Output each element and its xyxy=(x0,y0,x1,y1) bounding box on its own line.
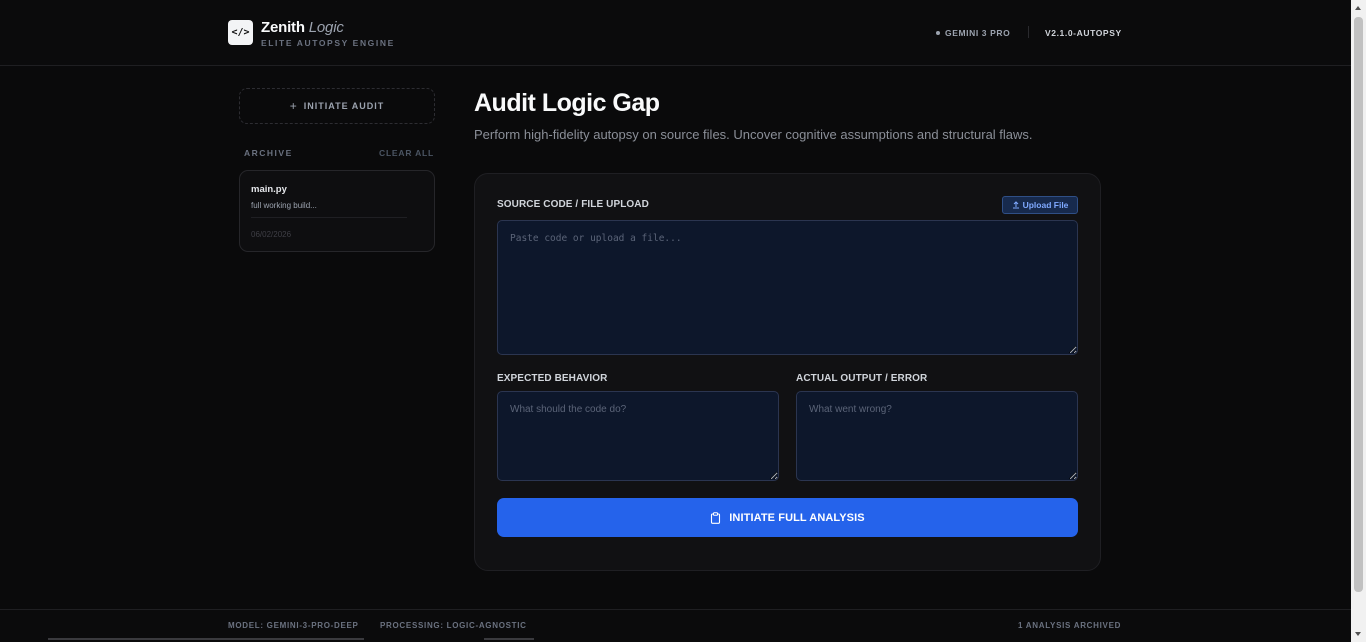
header-divider xyxy=(1028,26,1029,38)
upload-file-button[interactable]: Upload File xyxy=(1002,196,1078,214)
scrollbar-thumb[interactable] xyxy=(1354,17,1363,592)
horizontal-scrollbar-track[interactable] xyxy=(48,638,364,640)
archive-item-divider xyxy=(251,217,407,218)
actual-output-input[interactable] xyxy=(796,391,1078,481)
code-icon: </> xyxy=(228,20,253,45)
initiate-audit-button[interactable]: + INITIATE AUDIT xyxy=(239,88,435,124)
archive-item-date: 06/02/2026 xyxy=(251,230,292,239)
version-label: V2.1.0-AUTOPSY xyxy=(1045,28,1122,38)
initiate-audit-label: INITIATE AUDIT xyxy=(303,101,385,111)
scroll-down-icon[interactable] xyxy=(1355,632,1361,636)
brand-name-accent: Logic xyxy=(308,19,344,36)
initiate-analysis-label: INITIATE FULL ANALYSIS xyxy=(729,511,865,524)
footer-archived-count: 1 ANALYSIS ARCHIVED xyxy=(1018,621,1122,630)
archive-item[interactable]: main.py full working build... 06/02/2026 xyxy=(239,170,435,252)
initiate-analysis-button[interactable]: INITIATE FULL ANALYSIS xyxy=(497,498,1078,537)
actual-output-label: ACTUAL OUTPUT / ERROR xyxy=(796,373,928,384)
model-badge: GEMINI 3 PRO xyxy=(936,28,1010,38)
upload-file-label: Upload File xyxy=(1022,200,1069,210)
footer-processing: PROCESSING: LOGIC-AGNOSTIC xyxy=(380,621,527,630)
expected-behavior-input[interactable] xyxy=(497,391,779,481)
brand-subtitle: ELITE AUTOPSY ENGINE xyxy=(261,38,395,48)
plus-icon: + xyxy=(289,99,298,113)
clipboard-icon xyxy=(711,511,721,524)
page-subtitle: Perform high-fidelity autopsy on source … xyxy=(474,127,1033,142)
scroll-up-icon[interactable] xyxy=(1355,6,1361,10)
brand-name-primary: Zenith xyxy=(261,19,305,36)
model-badge-label: GEMINI 3 PRO xyxy=(945,28,1011,38)
archive-item-title: main.py xyxy=(251,184,287,195)
clear-all-button[interactable]: CLEAR ALL xyxy=(379,148,434,158)
source-code-label: SOURCE CODE / FILE UPLOAD xyxy=(497,199,649,210)
page-title: Audit Logic Gap xyxy=(474,89,660,117)
status-dot-icon xyxy=(936,31,940,35)
footer-model: MODEL: GEMINI-3-PRO-DEEP xyxy=(228,621,359,630)
brand-name: Zenith Logic xyxy=(261,19,344,36)
vertical-scrollbar[interactable] xyxy=(1351,0,1366,642)
app-header: </> Zenith Logic ELITE AUTOPSY ENGINE GE… xyxy=(0,0,1351,66)
horizontal-scrollbar-thumb[interactable] xyxy=(484,638,534,640)
upload-icon xyxy=(1012,201,1019,209)
archive-item-description: full working build... xyxy=(251,201,317,210)
archive-heading: ARCHIVE xyxy=(244,148,293,158)
expected-behavior-label: EXPECTED BEHAVIOR xyxy=(497,373,608,384)
source-code-input[interactable] xyxy=(497,220,1078,355)
